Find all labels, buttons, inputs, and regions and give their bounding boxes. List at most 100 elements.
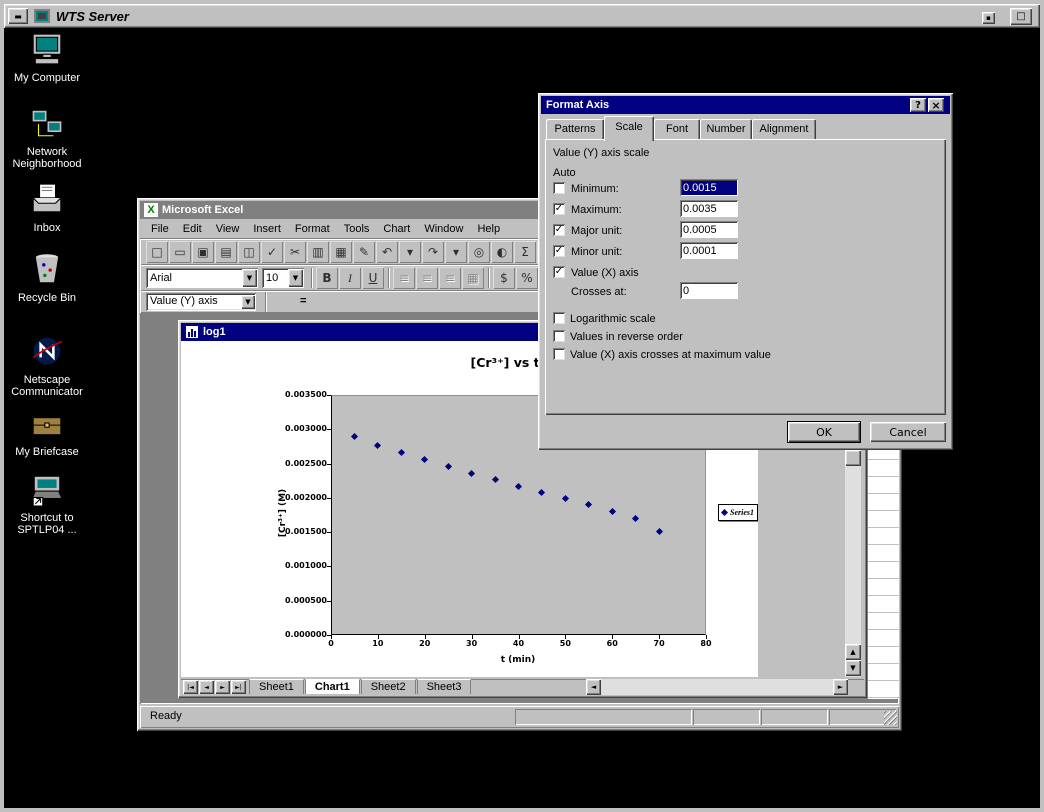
sheet-tab-sheet1[interactable]: Sheet1 [249,679,304,694]
minor-unit-input[interactable] [680,242,738,259]
autosum-button[interactable]: Σ [514,241,536,263]
status-text: Ready [150,710,182,722]
x-tick-mark [659,635,660,639]
percent-style-button[interactable]: % [516,267,538,289]
x-axis-title[interactable]: t (min) [488,655,548,665]
scroll-down-button[interactable]: ▼ [845,660,861,676]
redo-button[interactable]: ↷ [422,241,444,263]
chevron-down-icon[interactable]: ▼ [242,269,257,287]
x-axis-checkbox[interactable]: ✓ [553,266,565,278]
desktop-icon-my-computer[interactable]: My Computer [8,32,86,84]
menu-item[interactable]: Tools [337,219,377,239]
tab-first-button[interactable]: |◄ [183,680,198,694]
open-button[interactable]: ▭ [169,241,191,263]
align-left-button[interactable]: ≡ [393,267,415,289]
menu-item[interactable]: Insert [246,219,288,239]
my-computer-icon [30,32,64,66]
merge-center-button[interactable]: ▦ [462,267,484,289]
major-unit-checkbox[interactable]: ✓ [553,224,565,236]
tab-next-button[interactable]: ► [215,680,230,694]
underline-button[interactable]: U [362,267,384,289]
copy-button[interactable]: ▥ [307,241,329,263]
desktop-icon-recycle-bin[interactable]: Recycle Bin [8,250,86,304]
menu-item[interactable]: Chart [376,219,417,239]
minimum-input[interactable] [680,179,738,196]
menu-item[interactable]: File [144,219,176,239]
desktop-icon-netscape-communicator[interactable]: Netscape Communicator [8,334,86,398]
tab-last-button[interactable]: ►| [231,680,246,694]
redo-dropdown[interactable]: ▾ [445,241,467,263]
horizontal-scrollbar[interactable]: ◄ ► [586,679,848,695]
arrow-left-icon: ◄ [591,683,596,691]
y-tick-label: 0.001500 [279,527,327,536]
resize-grip[interactable] [884,711,897,725]
undo-dropdown[interactable]: ▾ [399,241,421,263]
sheet-tab-chart1[interactable]: Chart1 [305,679,360,694]
y-axis-title[interactable]: [Cr³⁺] (M) [278,473,288,553]
name-box[interactable]: Value (Y) axis [146,293,256,311]
logarithmic-scale-checkbox[interactable] [553,312,565,324]
scroll-right-button[interactable]: ► [833,679,848,695]
sheet-tab-sheet3[interactable]: Sheet3 [417,679,472,694]
print-preview-button[interactable]: ◫ [238,241,260,263]
print-button[interactable]: ▤ [215,241,237,263]
desktop-icon-network-neighborhood[interactable]: Network Neighborhood [8,106,86,170]
spelling-button[interactable]: ✓ [261,241,283,263]
menu-item[interactable]: Format [288,219,337,239]
tab-font[interactable]: Font [654,119,700,140]
scroll-up-button-2[interactable]: ▲ [845,644,861,660]
web-toolbar-button[interactable]: ◐ [491,241,513,263]
cut-button[interactable]: ✂ [284,241,306,263]
crosses-at-input[interactable] [680,282,738,299]
tab-prev-button[interactable]: ◄ [199,680,214,694]
ok-button[interactable]: OK [788,422,860,442]
tab-scale[interactable]: Scale [604,116,654,141]
menu-item[interactable]: Window [417,219,470,239]
menu-item[interactable]: Help [470,219,507,239]
new-button[interactable]: □ [146,241,168,263]
insert-hyperlink-button[interactable]: ◎ [468,241,490,263]
maximum-checkbox[interactable]: ✓ [553,203,565,215]
chevron-down-icon[interactable]: ▼ [288,269,303,287]
dialog-close-button[interactable]: × [928,98,944,112]
menu-item[interactable]: Edit [176,219,209,239]
minor-unit-checkbox[interactable]: ✓ [553,245,565,257]
format-painter-button[interactable]: ✎ [353,241,375,263]
tab-number[interactable]: Number [700,119,752,140]
currency-style-button[interactable]: $ [493,267,515,289]
crosses-at-max-checkbox[interactable] [553,348,565,360]
reverse-order-checkbox[interactable] [553,330,565,342]
wts-minimize-button[interactable]: ▪ [982,12,995,24]
wts-system-menu-button[interactable]: ▬ [8,8,28,24]
paste-button[interactable]: ▦ [330,241,352,263]
desktop-icon-inbox[interactable]: Inbox [8,182,86,234]
save-button[interactable]: ▣ [192,241,214,263]
scroll-left-button[interactable]: ◄ [586,679,601,695]
dialog-titlebar[interactable]: Format Axis [541,96,950,114]
major-unit-input[interactable] [680,221,738,238]
scrollbar-thumb[interactable] [845,450,861,466]
font-size-combo[interactable]: 10 ▼ [262,268,304,288]
menu-item[interactable]: View [209,219,247,239]
sheet-tab-sheet2[interactable]: Sheet2 [361,679,416,694]
font-name-combo[interactable]: Arial ▼ [146,268,258,288]
undo-button[interactable]: ↶ [376,241,398,263]
italic-button[interactable]: I [339,267,361,289]
align-center-button[interactable]: ≡ [416,267,438,289]
chevron-down-icon: ▼ [245,298,250,306]
font-name-value: Arial [150,272,172,284]
wts-maximize-button[interactable]: □ [1010,8,1032,25]
maximum-input[interactable] [680,200,738,217]
arrow-up-icon: ▲ [850,648,855,656]
cancel-button[interactable]: Cancel [870,422,946,442]
tab-patterns[interactable]: Patterns [546,119,604,140]
bold-button[interactable]: B [316,267,338,289]
name-box-dropdown[interactable]: ▼ [241,295,255,309]
chart-legend[interactable]: Series1 [718,504,758,521]
minimum-checkbox[interactable] [553,182,565,194]
tab-alignment[interactable]: Alignment [752,119,816,140]
dialog-help-button[interactable]: ? [910,98,926,112]
desktop-icon-my-briefcase[interactable]: My Briefcase [8,406,86,458]
desktop-icon-shortcut-sptlp04[interactable]: Shortcut to SPTLP04 ... [8,472,86,536]
align-right-button[interactable]: ≡ [439,267,461,289]
